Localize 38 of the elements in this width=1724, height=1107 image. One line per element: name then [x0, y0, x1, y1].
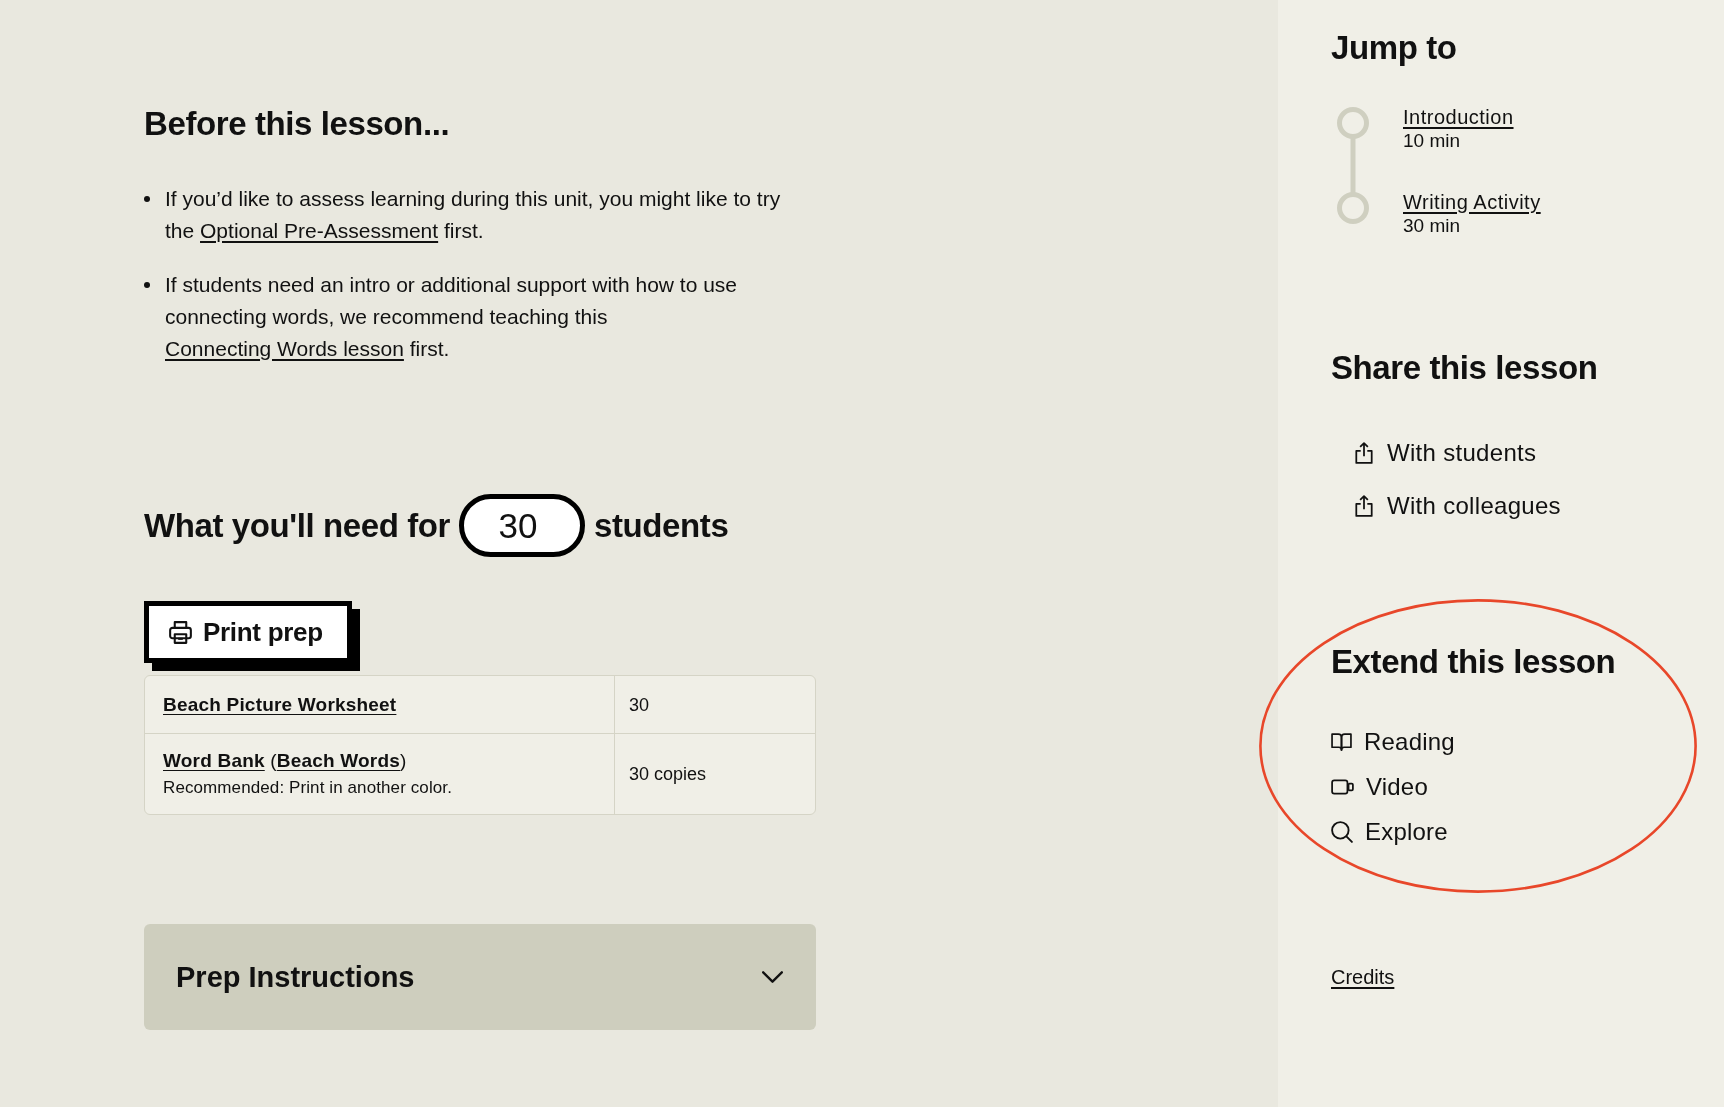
- duration-text: 30 min: [1403, 214, 1461, 238]
- share-link[interactable]: With students: [1355, 439, 1537, 467]
- material-note: Recommended: Print in another color.: [163, 777, 453, 799]
- material-link[interactable]: Word Bank: [163, 750, 265, 771]
- section-heading: students: [594, 505, 729, 546]
- jump-link[interactable]: Introduction: [1403, 105, 1514, 129]
- duration-text: 10 min: [1403, 129, 1461, 153]
- share-icon: [1355, 495, 1373, 517]
- material-name: Word Bank (Beach Words): [163, 749, 408, 772]
- table-cell-text: 30: [628, 693, 651, 717]
- section-heading: Before this lesson...: [144, 104, 450, 144]
- material-link[interactable]: Beach Words: [276, 750, 401, 771]
- extend-link[interactable]: Explore: [1331, 818, 1448, 846]
- extend-link[interactable]: Video: [1331, 773, 1428, 801]
- sidebar-heading: Share this lesson: [1331, 348, 1598, 388]
- jump-link[interactable]: Writing Activity: [1403, 190, 1541, 214]
- sidebar-heading: Extend this lesson: [1331, 642, 1616, 682]
- timeline-icon: [1337, 107, 1369, 224]
- search-icon: [1331, 821, 1353, 843]
- text-link[interactable]: Connecting Words lesson: [165, 337, 404, 360]
- book-icon: [1331, 733, 1352, 751]
- bullet-text: If students need an intro or additional support with how to use connecting words, we recommend teaching this Connecting Words lesson first.: [165, 272, 739, 362]
- bullet-icon: [144, 282, 150, 288]
- credits-link[interactable]: Credits: [1331, 964, 1395, 990]
- material-link[interactable]: Beach Picture Worksheet: [163, 694, 397, 715]
- extend-link[interactable]: Reading: [1331, 728, 1455, 756]
- share-icon: [1355, 442, 1373, 464]
- share-link[interactable]: With colleagues: [1355, 492, 1561, 520]
- video-camera-icon: [1331, 779, 1354, 795]
- bullet-text: If you’d like to assess learning during this unit, you might like to try the Optional Pre-Assessment first.: [165, 186, 782, 244]
- table-cell-text: 30 copies: [628, 763, 708, 786]
- section-heading: What you'll need for: [144, 505, 451, 546]
- accordion-header[interactable]: Prep Instructions: [144, 924, 816, 1030]
- printer-icon: [169, 620, 192, 644]
- text-link[interactable]: Optional Pre-Assessment: [200, 219, 439, 242]
- bullet-icon: [144, 196, 150, 202]
- sidebar-heading: Jump to: [1331, 28, 1457, 68]
- student-count-field[interactable]: 30: [459, 494, 586, 557]
